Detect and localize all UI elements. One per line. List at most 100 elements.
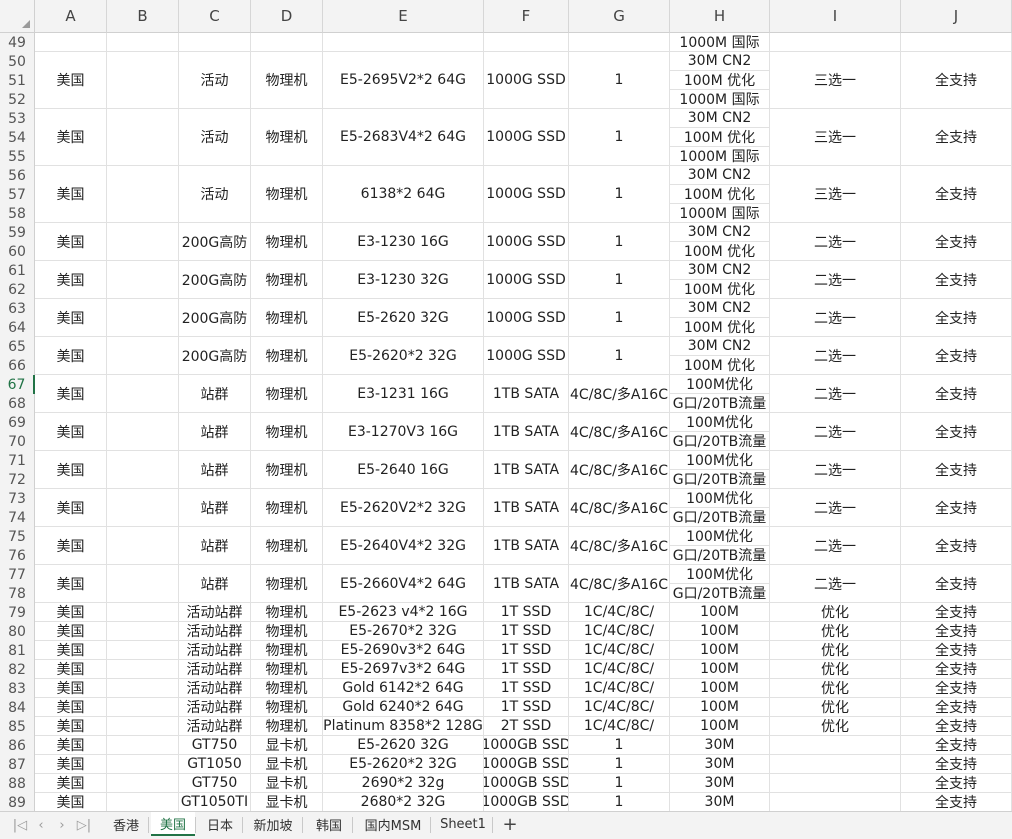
cell-j[interactable]: 全支持: [901, 109, 1012, 166]
cell-h[interactable]: 100M: [670, 603, 770, 622]
cell-e[interactable]: E5-2620*2 32G: [323, 337, 484, 375]
sheet-tab[interactable]: 美国: [151, 812, 195, 836]
cell-i[interactable]: 优化: [770, 603, 901, 622]
cell-f[interactable]: 1000GB SSD: [484, 774, 569, 793]
cell-i[interactable]: 三选一: [770, 52, 901, 109]
cell-i[interactable]: 优化: [770, 641, 901, 660]
cell-h[interactable]: G口/20TB流量: [670, 584, 770, 603]
cell-h[interactable]: 100M: [670, 698, 770, 717]
row-header[interactable]: 50: [0, 52, 35, 71]
cell-h[interactable]: 100M 优化: [670, 128, 770, 147]
cell-d[interactable]: 物理机: [251, 565, 323, 603]
cell-d[interactable]: 物理机: [251, 413, 323, 451]
row-header[interactable]: 49: [0, 33, 35, 52]
cell-i[interactable]: 优化: [770, 622, 901, 641]
row-header[interactable]: 56: [0, 166, 35, 185]
next-sheet-icon[interactable]: ›: [52, 815, 72, 835]
cell-h[interactable]: 100M 优化: [670, 280, 770, 299]
row-header[interactable]: 51: [0, 71, 35, 90]
cell-i[interactable]: 二选一: [770, 299, 901, 337]
cell-h[interactable]: 100M: [670, 679, 770, 698]
sheet-tab[interactable]: 香港: [104, 812, 148, 836]
cell-empty[interactable]: [107, 451, 179, 489]
cell-c[interactable]: 200G高防: [179, 261, 251, 299]
cell-c[interactable]: GT1050: [179, 755, 251, 774]
cell-e[interactable]: E5-2690v3*2 64G: [323, 641, 484, 660]
cell-j[interactable]: 全支持: [901, 736, 1012, 755]
cell-d[interactable]: 显卡机: [251, 774, 323, 793]
cell-j[interactable]: 全支持: [901, 565, 1012, 603]
cell-f[interactable]: 1000G SSD: [484, 337, 569, 375]
row-header[interactable]: 60: [0, 242, 35, 261]
cell-h[interactable]: 100M 优化: [670, 185, 770, 204]
cell-h[interactable]: 30M: [670, 774, 770, 793]
cell-d[interactable]: 物理机: [251, 451, 323, 489]
cell-empty[interactable]: [107, 793, 179, 811]
cell-d[interactable]: 物理机: [251, 698, 323, 717]
cell-a[interactable]: 美国: [35, 375, 107, 413]
cell-f[interactable]: 1000G SSD: [484, 299, 569, 337]
row-header[interactable]: 72: [0, 470, 35, 489]
column-header-i[interactable]: I: [770, 0, 901, 33]
cell-e[interactable]: E5-2660V4*2 64G: [323, 565, 484, 603]
cell-empty[interactable]: [107, 33, 179, 52]
row-header[interactable]: 82: [0, 660, 35, 679]
cell-empty[interactable]: [107, 299, 179, 337]
cell-d[interactable]: 物理机: [251, 337, 323, 375]
cell-g[interactable]: 1C/4C/8C/: [569, 660, 670, 679]
column-header-f[interactable]: F: [484, 0, 569, 33]
cell-h[interactable]: 30M: [670, 793, 770, 811]
cell-h[interactable]: 100M 优化: [670, 356, 770, 375]
cell-c[interactable]: 站群: [179, 565, 251, 603]
cell-g[interactable]: 1: [569, 736, 670, 755]
row-header[interactable]: 83: [0, 679, 35, 698]
row-header[interactable]: 85: [0, 717, 35, 736]
cell-h[interactable]: 30M CN2: [670, 337, 770, 356]
cell-i[interactable]: 优化: [770, 660, 901, 679]
cell-a[interactable]: 美国: [35, 413, 107, 451]
cell-empty[interactable]: [107, 527, 179, 565]
cell-f[interactable]: 1000GB SSD: [484, 755, 569, 774]
cell-c[interactable]: 站群: [179, 489, 251, 527]
cell-h[interactable]: 30M CN2: [670, 223, 770, 242]
cell-e[interactable]: E3-1230 16G: [323, 223, 484, 261]
cell-empty[interactable]: [107, 603, 179, 622]
cell-a[interactable]: 美国: [35, 603, 107, 622]
cell-e[interactable]: E5-2620 32G: [323, 736, 484, 755]
row-header[interactable]: 66: [0, 356, 35, 375]
cell-j[interactable]: 全支持: [901, 223, 1012, 261]
row-header[interactable]: 73: [0, 489, 35, 508]
cell-i[interactable]: 二选一: [770, 337, 901, 375]
cell-a[interactable]: 美国: [35, 451, 107, 489]
cell-g[interactable]: 1: [569, 223, 670, 261]
cell-e[interactable]: 6138*2 64G: [323, 166, 484, 223]
row-header[interactable]: 87: [0, 755, 35, 774]
row-header[interactable]: 84: [0, 698, 35, 717]
cell-c[interactable]: 站群: [179, 527, 251, 565]
cell-f[interactable]: 1000GB SSD: [484, 736, 569, 755]
cell-d[interactable]: 物理机: [251, 375, 323, 413]
cell-empty[interactable]: [107, 622, 179, 641]
cell-empty[interactable]: [901, 33, 1012, 52]
first-sheet-icon[interactable]: |◁: [10, 815, 30, 835]
last-sheet-icon[interactable]: ▷|: [74, 815, 94, 835]
cell-j[interactable]: 全支持: [901, 641, 1012, 660]
cell-i[interactable]: 优化: [770, 717, 901, 736]
cell-j[interactable]: 全支持: [901, 375, 1012, 413]
cell-e[interactable]: E5-2623 v4*2 16G: [323, 603, 484, 622]
cell-i[interactable]: [770, 774, 901, 793]
cell-empty[interactable]: [107, 698, 179, 717]
row-header[interactable]: 79: [0, 603, 35, 622]
cell-j[interactable]: 全支持: [901, 166, 1012, 223]
row-header[interactable]: 61: [0, 261, 35, 280]
cell-h[interactable]: 100M: [670, 622, 770, 641]
row-header[interactable]: 80: [0, 622, 35, 641]
column-header-e[interactable]: E: [323, 0, 484, 33]
cell-i[interactable]: 三选一: [770, 166, 901, 223]
row-header[interactable]: 65: [0, 337, 35, 356]
cell-j[interactable]: 全支持: [901, 603, 1012, 622]
cell-h[interactable]: 100M优化: [670, 451, 770, 470]
cell-f[interactable]: 1T SSD: [484, 622, 569, 641]
row-header[interactable]: 62: [0, 280, 35, 299]
row-header[interactable]: 70: [0, 432, 35, 451]
